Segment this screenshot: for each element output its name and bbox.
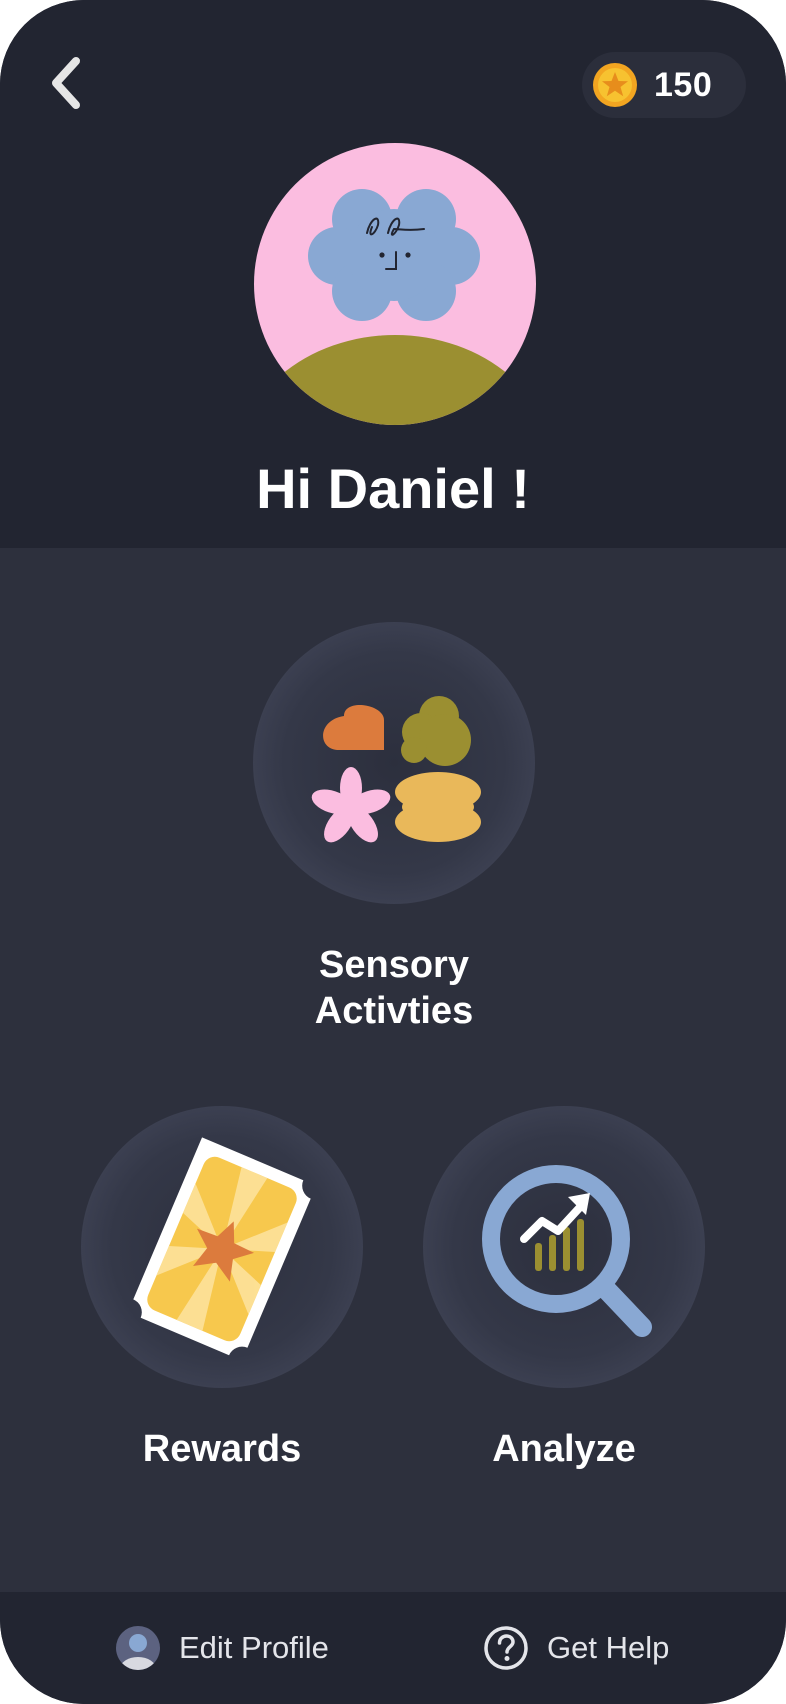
coin-star-icon <box>593 63 637 107</box>
profile-avatar[interactable] <box>254 143 536 425</box>
coin-balance[interactable]: 150 <box>582 52 746 118</box>
greeting-title: Hi Daniel ! <box>256 457 530 520</box>
analyze-label[interactable]: Analyze <box>423 1426 705 1472</box>
sensory-label-line-2: Activties <box>314 990 474 1032</box>
help-circle-icon <box>484 1626 528 1670</box>
sensory-activities-label[interactable]: Sensory Activties <box>243 942 545 1034</box>
edit-profile-label: Edit Profile <box>179 1630 329 1665</box>
get-help-label: Get Help <box>547 1630 670 1665</box>
rewards-button[interactable] <box>81 1106 363 1388</box>
sensory-activities-button[interactable] <box>253 622 535 904</box>
analyze-magnifier-icon <box>482 1165 652 1337</box>
rewards-label[interactable]: Rewards <box>81 1426 363 1472</box>
edit-profile-button[interactable]: Edit Profile <box>115 1592 329 1704</box>
profile-header: 150 Hi Daniel ! <box>0 0 786 548</box>
sensory-label-line-1: Sensory <box>319 944 469 986</box>
sensory-shapes-icon <box>311 696 481 843</box>
coin-count: 150 <box>654 65 713 104</box>
bottom-bar: Edit Profile Get Help <box>0 1592 786 1704</box>
analyze-button[interactable] <box>423 1106 705 1388</box>
back-button[interactable] <box>38 50 94 116</box>
chevron-left-icon <box>52 57 80 109</box>
get-help-button[interactable]: Get Help <box>483 1592 669 1704</box>
app-screen: 150 Hi Daniel ! Sensory Activties Reward… <box>0 0 786 1704</box>
flower-avatar-icon <box>254 143 536 425</box>
reward-ticket-icon <box>133 1137 311 1356</box>
user-avatar-icon <box>116 1626 160 1670</box>
